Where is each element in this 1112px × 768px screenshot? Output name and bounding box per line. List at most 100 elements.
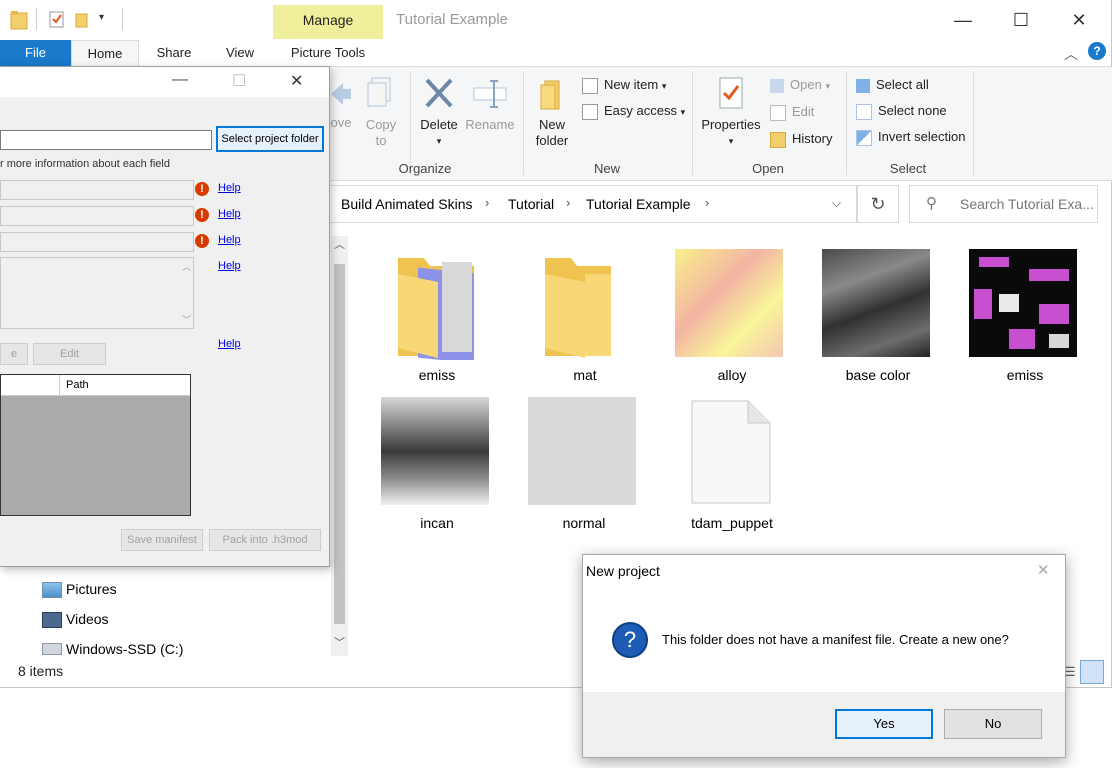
save-manifest-button[interactable]: Save manifest — [121, 529, 203, 551]
tab-file[interactable]: File — [0, 40, 71, 66]
dialog-close-button[interactable]: ✕ — [1037, 561, 1050, 579]
move-to-button[interactable]: ove — [326, 77, 356, 131]
ribbon-separator — [523, 71, 524, 175]
nav-item-pictures[interactable]: Pictures — [66, 578, 117, 600]
file-label[interactable]: normal — [519, 515, 649, 531]
copy-to-button[interactable]: Copy to — [360, 75, 402, 149]
search-box[interactable]: ⚲ Search Tutorial Exa... — [909, 185, 1098, 223]
nav-item-windows-ssd[interactable]: Windows-SSD (C:) — [66, 638, 183, 660]
select-none-button[interactable]: Select none — [856, 101, 947, 121]
manage-tab[interactable]: Manage — [273, 12, 383, 28]
file-label[interactable]: tdam_puppet — [667, 515, 797, 531]
tab-home[interactable]: Home — [71, 40, 139, 67]
edit-button[interactable]: Edit — [33, 343, 106, 365]
minimize-button[interactable]: — — [940, 6, 986, 34]
breadcrumb-build-animated-skins[interactable]: Build Animated Skins — [341, 196, 473, 212]
partial-button[interactable]: e — [0, 343, 28, 365]
close-button[interactable]: ✕ — [1056, 6, 1102, 34]
search-input[interactable]: Search Tutorial Exa... — [960, 196, 1094, 212]
image-thumbnail-base-color[interactable] — [822, 249, 930, 357]
image-thumbnail-emiss[interactable] — [969, 249, 1077, 357]
move-to-icon — [331, 83, 351, 105]
help-link[interactable]: Help — [218, 234, 241, 246]
rename-button[interactable]: Rename — [464, 75, 516, 133]
tab-share[interactable]: Share — [148, 40, 200, 66]
collapse-ribbon-icon[interactable]: ︿ — [1064, 44, 1078, 64]
file-label[interactable]: base color — [813, 367, 943, 383]
easy-access-button[interactable]: Easy access ▾ — [582, 101, 685, 121]
select-project-folder-button[interactable]: Select project folder — [216, 126, 324, 152]
help-icon[interactable]: ? — [1088, 42, 1106, 60]
properties-button[interactable]: Properties ▾ — [698, 75, 764, 149]
file-label[interactable]: emiss — [372, 367, 502, 383]
copy-to-icon — [367, 77, 391, 107]
tab-picture-tools[interactable]: Picture Tools — [273, 40, 383, 66]
delete-button[interactable]: Delete ▾ — [418, 75, 460, 149]
address-history-dropdown-icon[interactable]: ⌵ — [832, 196, 841, 211]
folder-icon[interactable] — [531, 252, 639, 360]
edit-button[interactable]: Edit — [770, 102, 814, 122]
breadcrumb-chevron-icon[interactable]: › — [705, 195, 709, 210]
invert-selection-button[interactable]: Invert selection — [856, 127, 965, 147]
folder-with-image-icon[interactable] — [384, 252, 492, 364]
project-folder-input[interactable] — [0, 130, 212, 150]
scroll-down-arrow-icon[interactable]: ﹀ — [182, 313, 191, 326]
help-link[interactable]: Help — [218, 260, 241, 272]
breadcrumb-chevron-icon[interactable]: › — [485, 195, 489, 210]
maximize-button[interactable]: ☐ — [998, 6, 1044, 34]
select-all-button[interactable]: Select all — [856, 75, 929, 95]
tool-minimize-button[interactable]: — — [172, 71, 188, 89]
nav-scrollbar[interactable]: ︿ ﹀ — [331, 236, 348, 656]
breadcrumb-tutorial[interactable]: Tutorial — [508, 196, 554, 212]
image-thumbnail-alloy[interactable] — [675, 249, 783, 357]
error-icon: ! — [195, 234, 209, 248]
file-label[interactable]: emiss — [960, 367, 1090, 383]
tool-maximize-button[interactable]: ☐ — [232, 71, 246, 91]
invert-selection-icon — [856, 129, 872, 146]
files-table[interactable]: Path — [0, 374, 191, 516]
tool-close-button[interactable]: ✕ — [290, 71, 303, 91]
properties-qat-icon[interactable] — [48, 10, 66, 28]
field-input-1[interactable] — [0, 180, 194, 200]
large-icons-view-icon[interactable] — [1080, 660, 1104, 684]
table-header-path[interactable]: Path — [66, 379, 89, 391]
yes-button[interactable]: Yes — [835, 709, 933, 739]
file-label[interactable]: mat — [520, 367, 650, 383]
scroll-down-arrow-icon[interactable]: ﹀ — [334, 634, 345, 650]
no-button[interactable]: No — [944, 709, 1042, 739]
delete-icon — [425, 78, 453, 108]
field-input-3[interactable] — [0, 232, 194, 252]
new-folder-qat-icon[interactable] — [74, 10, 92, 28]
scroll-thumb[interactable] — [334, 264, 345, 624]
select-all-icon — [856, 78, 870, 93]
scroll-up-arrow-icon[interactable]: ︿ — [334, 236, 345, 252]
image-thumbnail-incan[interactable] — [381, 397, 489, 505]
new-folder-button[interactable]: New folder — [528, 75, 576, 149]
help-link[interactable]: Help — [218, 182, 241, 194]
history-button[interactable]: History — [770, 129, 832, 149]
help-link[interactable]: Help — [218, 208, 241, 220]
folder-icon — [10, 10, 28, 30]
qat-customize-icon[interactable]: ▾ — [99, 12, 104, 23]
qat-divider — [36, 8, 37, 30]
generic-file-icon[interactable] — [678, 397, 786, 505]
scroll-up-arrow-icon[interactable]: ︿ — [182, 260, 191, 273]
new-item-button[interactable]: New item ▾ — [582, 75, 666, 95]
image-thumbnail-normal[interactable] — [528, 397, 636, 505]
file-label[interactable]: incan — [372, 515, 502, 531]
help-link[interactable]: Help — [218, 338, 241, 350]
tab-view[interactable]: View — [214, 40, 266, 66]
pack-into-button[interactable]: Pack into .h3mod — [209, 529, 321, 551]
multiline-field[interactable]: ︿ ﹀ — [0, 257, 194, 329]
nav-item-videos[interactable]: Videos — [66, 608, 109, 630]
open-button[interactable]: Open ▾ — [770, 75, 830, 95]
qat-divider — [122, 8, 123, 30]
breadcrumb-tutorial-example[interactable]: Tutorial Example — [586, 196, 691, 212]
address-bar[interactable]: Build Animated Skins › Tutorial › Tutori… — [326, 185, 857, 223]
breadcrumb-chevron-icon[interactable]: › — [566, 195, 570, 210]
field-input-2[interactable] — [0, 206, 194, 226]
question-icon: ? — [612, 622, 648, 658]
group-label-select: Select — [889, 161, 927, 176]
refresh-icon[interactable]: ↻ — [857, 185, 899, 223]
file-label[interactable]: alloy — [667, 367, 797, 383]
